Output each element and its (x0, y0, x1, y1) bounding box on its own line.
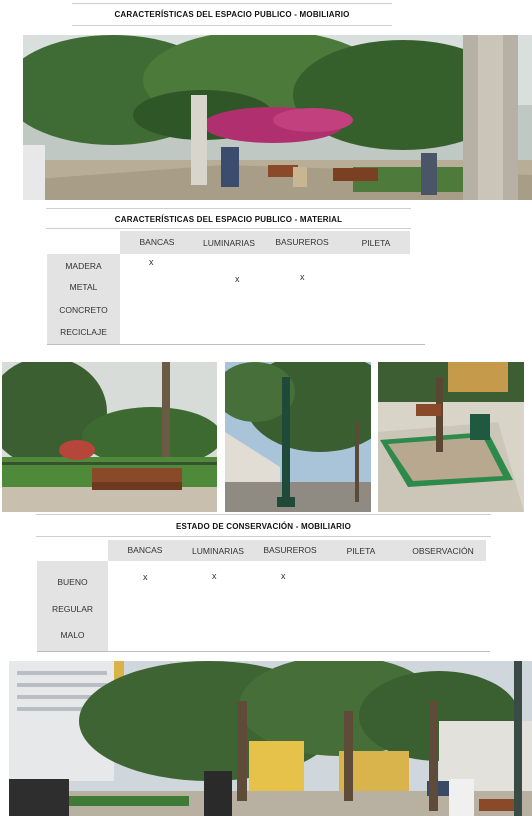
material-row-reciclaje: RECICLAJE (60, 327, 107, 337)
conservacion-row-malo: MALO (60, 630, 85, 640)
mark-metal-basureros: x (300, 272, 305, 282)
conservacion-col-luminarias: LUMINARIAS (192, 546, 244, 556)
conservacion-col-bancas: BANCAS (127, 545, 163, 555)
material-top-rule (46, 208, 411, 209)
section-title-material: CARACTERÍSTICAS DEL ESPACIO PUBLICO - MA… (114, 215, 343, 224)
plaza-photo-street (9, 661, 532, 816)
conservacion-title-rule (36, 536, 491, 537)
plaza-photo-1 (23, 35, 532, 200)
mark-bueno-bancas: x (143, 572, 148, 582)
conservacion-col-basureros: BASUREROS (263, 545, 317, 555)
material-col-pileta: PILETA (361, 238, 391, 248)
material-col-basureros: BASUREROS (275, 237, 329, 247)
material-row-metal: METAL (69, 282, 98, 292)
material-col-luminarias: LUMINARIAS (203, 238, 255, 248)
plaza-photo-basurero (378, 362, 524, 512)
material-row-madera: MADERA (65, 261, 102, 271)
mark-metal-luminarias: x (235, 274, 240, 284)
title-rule (72, 25, 392, 26)
top-rule (72, 3, 392, 4)
plaza-photo-luminaria (225, 362, 371, 512)
section-title-conservacion: ESTADO DE CONSERVACIÓN - MOBILIARIO (175, 522, 351, 531)
mark-madera-bancas: x (149, 257, 154, 267)
conservacion-table-bottom-rule (37, 651, 490, 652)
mark-bueno-basureros: x (281, 571, 286, 581)
conservacion-top-rule (36, 514, 491, 515)
conservacion-col-pileta: PILETA (346, 546, 376, 556)
conservacion-col-observacion: OBSERVACIÓN (412, 546, 474, 556)
plaza-photo-bench (2, 362, 217, 512)
material-col-bancas: BANCAS (139, 237, 175, 247)
material-title-rule (46, 228, 411, 229)
conservacion-row-regular: REGULAR (51, 604, 94, 614)
section-title-mobiliario: CARACTERÍSTICAS DEL ESPACIO PUBLICO - MO… (114, 10, 350, 19)
material-row-concreto: CONCRETO (59, 305, 108, 315)
conservacion-row-bueno: BUENO (57, 577, 88, 587)
material-table-bottom-rule (47, 344, 425, 345)
mark-bueno-luminarias: x (212, 571, 217, 581)
